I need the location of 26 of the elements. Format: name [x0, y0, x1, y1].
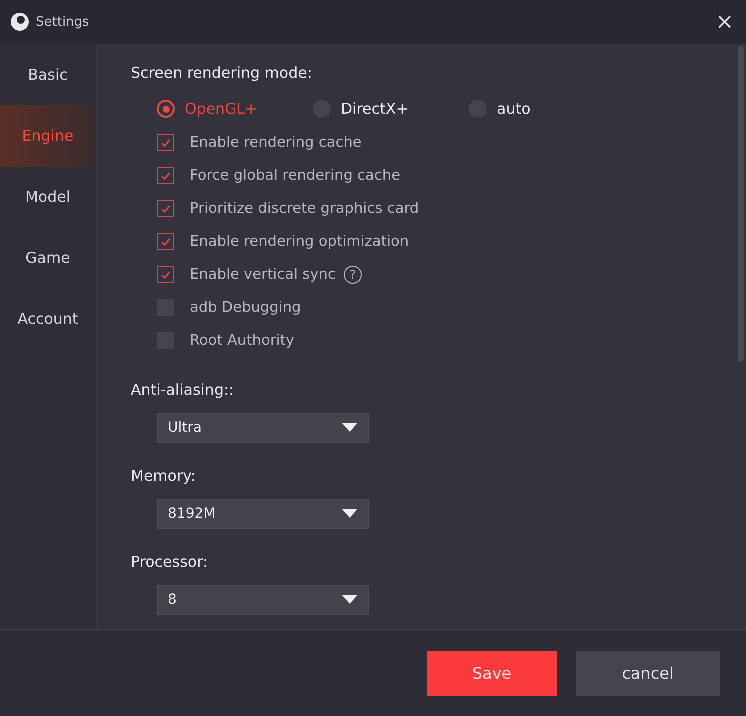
dropdown[interactable]: 8192M — [157, 499, 369, 529]
help-icon[interactable]: ? — [344, 266, 362, 284]
dropdown[interactable]: 8 — [157, 585, 369, 615]
field-label: Memory: — [131, 467, 197, 487]
dropdown[interactable]: Ultra — [157, 413, 369, 443]
field-label: Processor: — [131, 553, 210, 573]
field-label: Anti-aliasing:: — [131, 381, 236, 401]
checkbox-label: Root Authority — [190, 332, 295, 348]
checkbox-label: Enable rendering cache — [190, 134, 362, 150]
radio-label: DirectX+ — [341, 100, 409, 118]
cancel-button[interactable]: cancel — [576, 650, 720, 696]
section-label: Screen rendering mode: — [131, 64, 314, 84]
checkbox-label: Prioritize discrete graphics card — [190, 200, 420, 216]
checkbox-label: adb Debugging — [190, 300, 302, 316]
sidebar-tab[interactable]: Engine — [0, 105, 96, 167]
radio-label: auto — [497, 100, 531, 118]
sidebar-tab[interactable]: Account — [0, 288, 96, 350]
radio-label: OpenGL+ — [185, 100, 258, 118]
sidebar-tab[interactable]: Game — [0, 227, 96, 289]
close-button[interactable]: × — [716, 10, 734, 34]
checkbox-label: Enable rendering optimization — [190, 234, 410, 250]
checkbox-label: Force global rendering cache — [190, 168, 400, 184]
window-title: Settings — [36, 14, 90, 30]
checkbox-label: Enable vertical sync — [190, 266, 336, 282]
sidebar-tab[interactable]: Model — [0, 166, 96, 228]
sidebar-tab[interactable]: Basic — [0, 44, 96, 106]
